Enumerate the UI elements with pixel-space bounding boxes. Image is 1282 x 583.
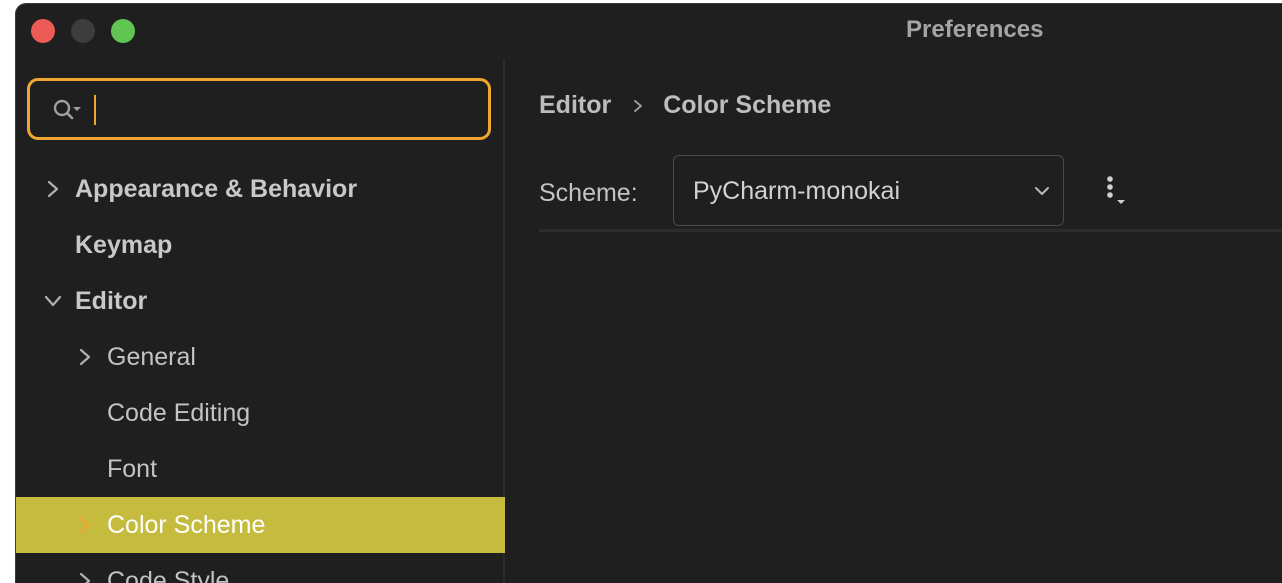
chevron-down-icon [1035, 187, 1049, 195]
tree-item-label: Editor [75, 287, 148, 315]
minimize-window-button[interactable] [71, 19, 95, 43]
tree-item-label: Color Scheme [107, 511, 266, 539]
scheme-selected-value: PyCharm-monokai [693, 177, 901, 205]
tree-item-font[interactable]: Font [16, 441, 505, 497]
tree-item-color-scheme[interactable]: Color Scheme [16, 497, 505, 553]
scheme-dropdown[interactable]: PyCharm-monokai [673, 155, 1064, 226]
settings-search-box[interactable] [27, 78, 491, 140]
maximize-window-button[interactable] [111, 19, 135, 43]
chevron-down-icon[interactable] [43, 291, 63, 311]
tree-item-general[interactable]: General [16, 329, 505, 385]
search-icon[interactable] [52, 98, 82, 122]
settings-sidebar: Appearance & Behavior Keymap Editor Gene… [16, 59, 505, 583]
tree-item-label: Code Editing [107, 399, 251, 427]
more-vertical-icon[interactable] [1099, 175, 1129, 207]
settings-search-input[interactable] [90, 91, 474, 129]
tree-item-label: Keymap [75, 231, 173, 259]
tree-item-label: General [107, 343, 196, 371]
tree-item-appearance-behavior[interactable]: Appearance & Behavior [16, 161, 505, 217]
breadcrumb-current: Color Scheme [663, 91, 832, 119]
chevron-right-icon[interactable] [75, 347, 95, 367]
tree-item-editor[interactable]: Editor [16, 273, 505, 329]
chevron-right-icon[interactable] [43, 179, 63, 199]
settings-content-pane: Editor Color Scheme Scheme: PyCharm-mono… [505, 59, 1282, 583]
tree-item-label: Font [107, 455, 158, 483]
tree-item-keymap[interactable]: Keymap [16, 217, 505, 273]
close-window-button[interactable] [31, 19, 55, 43]
text-caret [94, 95, 96, 125]
chevron-right-icon[interactable] [75, 515, 95, 535]
scheme-label: Scheme: [539, 179, 638, 207]
tree-item-code-editing[interactable]: Code Editing [16, 385, 505, 441]
breadcrumb-parent[interactable]: Editor [539, 91, 611, 119]
chevron-right-icon [634, 99, 643, 112]
title-bar: Preferences [16, 4, 1282, 56]
window-title: Preferences [906, 16, 1044, 43]
tree-item-label: Code Style [107, 567, 230, 583]
preferences-window: Preferences Appearance & Behavior Keymap [15, 3, 1282, 583]
tree-item-code-style[interactable]: Code Style [16, 553, 505, 583]
divider [539, 229, 1282, 232]
tree-item-label: Appearance & Behavior [75, 175, 358, 203]
chevron-right-icon[interactable] [75, 571, 95, 583]
breadcrumb: Editor Color Scheme [539, 91, 831, 120]
